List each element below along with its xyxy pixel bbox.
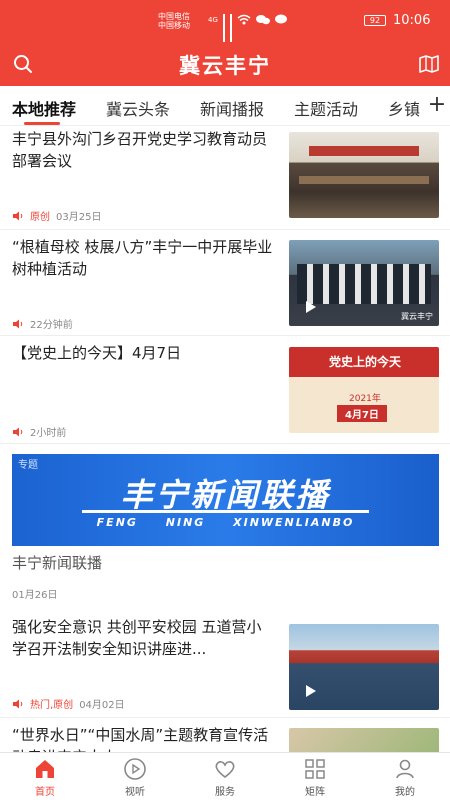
news-meta: 热门,原创 04月02日 [12,696,125,711]
nav-media[interactable]: 视听 [105,757,165,798]
news-meta: 22分钟前 [12,316,73,331]
nav-label: 服务 [215,787,235,798]
app-header: 冀云丰宁 [0,42,450,86]
speaker-icon[interactable] [12,699,24,709]
banner-pinyin: FENG NING XINWENLIANBO [96,516,355,529]
status-icons: 4G [208,14,287,43]
news-headline: 强化安全意识 共创平安校园 五道营小学召开法制安全知识讲座进... [12,618,262,658]
news-headline: “根植母校 枝展八方”丰宁一中开展毕业树种植活动 [12,238,273,278]
tab-news-broadcast[interactable]: 新闻播报 [200,96,264,120]
news-thumbnail [289,624,439,710]
grid-icon [305,759,325,779]
students-group [297,264,431,304]
message-icon [274,14,287,24]
play-icon[interactable] [303,684,317,698]
news-meta: 原创 03月25日 [12,208,101,223]
carrier-info: 中国电信 中国移动 [158,12,206,30]
news-time: 04月02日 [79,700,125,711]
speaker-icon[interactable] [12,427,24,437]
news-tag: 原创 [30,212,50,223]
battery-icon: 92 [364,15,386,26]
nav-home[interactable]: 首页 [15,757,75,798]
add-tab-button[interactable]: + [424,92,450,120]
nav-mine[interactable]: 我的 [375,757,435,798]
tab-theme-activities[interactable]: 主题活动 [294,96,358,120]
news-time: 03月25日 [56,212,102,223]
calendar-title: 党史上的今天 [329,355,402,369]
special-topic[interactable]: 专题 丰宁新闻联播 FENG NING XINWENLIANBO 丰宁新闻联播 … [0,448,450,610]
heart-icon [215,761,235,779]
status-bar: 中国电信 中国移动 4G 92 10:06 [0,0,450,43]
nav-label: 视听 [125,787,145,798]
news-time: 22分钟前 [30,320,73,331]
signal-icon [222,14,225,43]
user-icon [396,759,414,779]
nav-label: 我的 [395,787,415,798]
news-time: 2小时前 [30,428,67,439]
special-banner[interactable]: 专题 丰宁新闻联播 FENG NING XINWENLIANBO [12,454,439,546]
active-tab-indicator [24,122,60,125]
category-tabs: 本地推荐 冀云头条 新闻播报 主题活动 乡镇 + [0,86,450,126]
news-tag: 热门,原创 [30,700,74,711]
map-icon[interactable] [418,53,440,75]
network-type: 4G [208,15,218,24]
speaker-icon[interactable] [12,319,24,329]
speaker-icon[interactable] [12,211,24,221]
news-meta: 2小时前 [12,424,66,439]
clock: 10:06 [393,13,431,28]
banner-stripe [82,510,369,513]
news-thumbnail [289,132,439,218]
news-headline: 丰宁县外沟门乡召开党史学习教育动员部署会议 [12,130,268,170]
play-circle-icon [124,758,146,780]
news-item[interactable]: 强化安全意识 共创平安校园 五道营小学召开法制安全知识讲座进... 热门,原创 … [0,610,450,718]
news-headline: 【党史上的今天】4月7日 [12,344,182,362]
news-item[interactable]: 【党史上的今天】4月7日 党史上的今天 2021年 4月7日 2小时前 [0,336,450,444]
news-thumbnail: 党史上的今天 2021年 4月7日 [289,347,439,433]
tab-local-recommend[interactable]: 本地推荐 [12,96,76,120]
nav-label: 矩阵 [305,787,325,798]
news-item[interactable]: “世界水日”“中国水周”主题教育宣传活动走进丰宁大山... [0,718,450,752]
nav-label: 首页 [35,787,55,798]
signal-icon-2 [229,14,232,43]
play-icon[interactable] [303,300,317,314]
calendar-year: 2021年 [349,394,381,404]
nav-service[interactable]: 服务 [195,757,255,798]
carrier-1: 中国电信 [158,12,190,21]
calendar-day: 4月7日 [337,405,387,422]
home-icon [36,760,54,778]
carrier-2: 中国移动 [158,21,190,30]
bottom-navigation: 首页 视听 服务 矩阵 我的 [0,752,450,800]
nav-matrix[interactable]: 矩阵 [285,757,345,798]
tab-towns[interactable]: 乡镇 [388,96,420,120]
wifi-icon [237,14,251,25]
meeting-banner [309,146,419,156]
news-headline: “世界水日”“中国水周”主题教育宣传活动走进丰宁大山... [12,726,269,752]
wechat-icon [255,15,270,25]
meeting-table [299,176,429,184]
video-caption: 冀云丰宁 [401,312,433,321]
news-item[interactable]: 丰宁县外沟门乡召开党史学习教育动员部署会议 原创 03月25日 [0,126,450,230]
news-thumbnail [289,728,439,752]
news-thumbnail: 冀云丰宁 [289,240,439,326]
special-badge: 专题 [18,460,38,471]
special-date: 01月26日 [12,590,58,601]
special-title: 丰宁新闻联播 [12,554,103,572]
tab-jiyun-headlines[interactable]: 冀云头条 [106,96,170,120]
news-item[interactable]: “根植母校 枝展八方”丰宁一中开展毕业树种植活动 冀云丰宁 22分钟前 [0,230,450,336]
app-title: 冀云丰宁 [179,54,271,78]
